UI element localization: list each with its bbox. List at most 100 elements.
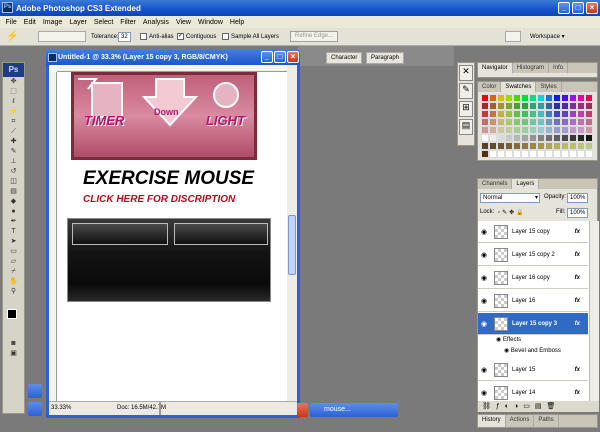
color-swatch[interactable] [481,142,489,150]
color-swatch[interactable] [577,142,585,150]
sample-all-option[interactable]: Sample All Layers [222,31,279,42]
lasso-tool-icon[interactable]: ℓ [3,97,24,107]
color-swatch[interactable] [497,110,505,118]
color-swatch[interactable] [553,134,561,142]
color-swatch[interactable] [577,126,585,134]
color-swatch[interactable] [561,150,569,158]
color-swatch[interactable] [521,94,529,102]
eye-icon[interactable]: ◉ [478,228,490,236]
blend-mode-select[interactable]: Normal ▾ [480,193,540,203]
layer-row[interactable]: ◉ Layer 15 copy 2 fx [478,244,588,266]
color-swatch[interactable] [561,94,569,102]
color-swatch[interactable] [497,94,505,102]
tab-color[interactable]: Color [478,82,502,92]
color-swatch[interactable] [513,94,521,102]
color-swatch[interactable] [569,142,577,150]
color-swatch[interactable] [537,126,545,134]
tab-character[interactable]: Character [326,52,363,64]
color-swatch[interactable] [545,134,553,142]
menu-image[interactable]: Image [39,19,65,26]
menu-window[interactable]: Window [194,19,226,26]
color-swatch[interactable] [585,102,593,110]
tab-styles[interactable]: Styles [536,82,562,92]
color-swatch[interactable] [577,118,585,126]
dark-button-right[interactable] [174,223,268,245]
color-swatch[interactable] [505,142,513,150]
lock-icons[interactable]: ▫✎✥🔒 [498,209,526,216]
dodge-tool-icon[interactable]: ● [3,207,24,217]
layer-row-selected[interactable]: ◉ Layer 15 copy 3 fx [478,313,588,335]
tab-info[interactable]: Info [549,63,569,73]
doc-close-button[interactable]: × [287,51,299,63]
color-swatch[interactable] [585,118,593,126]
type-tool-icon[interactable]: T [3,227,24,237]
layer-row[interactable]: ◉ Layer 14 fx [478,382,588,401]
description-link[interactable]: CLICK HERE FOR DISCRIPTION [83,194,235,205]
color-swatch[interactable] [585,150,593,158]
notes-tool-icon[interactable]: ▱ [3,257,24,267]
color-swatch[interactable] [545,142,553,150]
minimized-window-mouse[interactable]: mouse... [310,403,398,417]
menu-filter[interactable]: Filter [117,19,140,26]
menu-analysis[interactable]: Analysis [139,19,172,26]
color-swatch[interactable] [497,142,505,150]
color-swatch[interactable] [553,126,561,134]
effect-item[interactable]: ◉ Bevel and Emboss [504,347,561,354]
color-swatch[interactable] [489,118,497,126]
eye-icon[interactable]: ◉ [478,297,490,305]
color-swatch[interactable] [529,118,537,126]
color-swatch[interactable] [537,110,545,118]
color-swatch[interactable] [553,118,561,126]
color-swatch[interactable] [569,134,577,142]
layer-row[interactable]: ◉ Layer 15 fx [478,359,588,381]
tab-navigator[interactable]: Navigator [478,63,513,73]
color-swatch[interactable] [553,110,561,118]
color-swatch[interactable] [585,134,593,142]
color-swatch[interactable] [481,110,489,118]
tab-paragraph[interactable]: Paragraph [366,52,405,64]
hand-tool-icon[interactable]: ✋ [3,277,24,287]
history-brush-icon[interactable]: ↺ [3,167,24,177]
effects-label[interactable]: ◉ Effects [496,336,521,343]
color-swatch[interactable] [545,118,553,126]
swatch-grid[interactable] [481,94,593,158]
color-swatch[interactable] [569,102,577,110]
eraser-tool-icon[interactable]: ◫ [3,177,24,187]
color-swatch[interactable] [537,94,545,102]
tab-swatches[interactable]: Swatches [501,82,537,92]
fx-icon[interactable]: fx [575,321,580,327]
clone-stamp-icon[interactable]: ⊥ [3,157,24,167]
magic-wand-icon[interactable]: ⚡ [6,31,18,42]
color-swatch[interactable] [577,110,585,118]
color-swatch[interactable] [521,126,529,134]
menu-edit[interactable]: Edit [20,19,39,26]
healing-brush-icon[interactable]: ✚ [3,137,24,147]
eye-icon[interactable]: ◉ [478,389,490,397]
blur-tool-icon[interactable]: ◆ [3,197,24,207]
menu-file[interactable]: File [2,19,20,26]
tab-actions[interactable]: Actions [506,415,535,427]
eye-icon[interactable]: ◉ [478,320,490,328]
color-swatch[interactable] [481,118,489,126]
color-swatch[interactable] [505,110,513,118]
menu-view[interactable]: View [172,19,194,26]
fx-icon[interactable]: fx [575,275,580,281]
minimized-doc-icon-1[interactable] [28,384,42,398]
color-swatch[interactable] [545,110,553,118]
color-swatch[interactable] [553,142,561,150]
doc-minimize-button[interactable]: _ [261,51,273,63]
color-swatch[interactable] [505,118,513,126]
color-swatch[interactable] [513,102,521,110]
fx-icon[interactable]: fx [575,252,580,258]
color-swatch[interactable] [585,94,593,102]
tab-histogram[interactable]: Histogram [513,63,550,73]
contiguous-checkbox[interactable]: ✓ [177,33,184,40]
color-swatch[interactable] [521,110,529,118]
color-swatch[interactable] [489,150,497,158]
color-swatch[interactable] [545,94,553,102]
color-swatch[interactable] [553,94,561,102]
color-swatch[interactable] [577,150,585,158]
color-swatch[interactable] [545,126,553,134]
palette-well[interactable] [505,31,521,42]
tab-layers[interactable]: Layers [512,179,540,189]
